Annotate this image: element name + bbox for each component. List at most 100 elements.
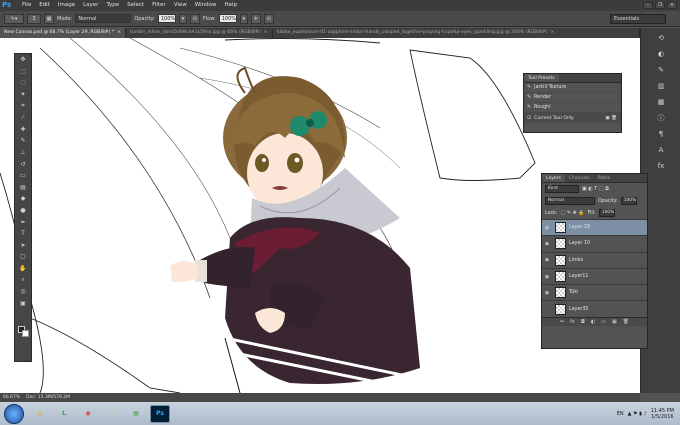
preset-item[interactable]: ✎ Jarkill Texture — [524, 83, 621, 93]
info-panel-icon[interactable]: ⓘ — [642, 111, 680, 124]
layer-opacity-field[interactable]: 100% — [620, 197, 637, 205]
document-tab[interactable]: tumblr_inline_nbmi5r6WceA1s59ns.jpg @ 66… — [126, 28, 273, 38]
workspace-select[interactable]: Essentials — [610, 13, 666, 24]
visibility-eye-icon[interactable]: ◉ — [542, 257, 552, 263]
menu-layer[interactable]: Layer — [79, 0, 102, 11]
quick-mask-icon[interactable]: ◎ — [15, 286, 31, 298]
clock[interactable]: 11:45 PM 1/5/2016 — [651, 408, 674, 420]
blend-mode-select[interactable]: Normal — [545, 197, 595, 205]
minimize-button[interactable]: – — [643, 2, 653, 9]
clone-stamp-tool-icon[interactable]: ⊥ — [15, 147, 31, 159]
opacity-dropdown-icon[interactable]: ▾ — [178, 13, 187, 24]
menu-window[interactable]: Window — [191, 0, 221, 11]
menu-file[interactable]: File — [18, 0, 35, 11]
visibility-eye-icon[interactable]: ◉ — [542, 241, 552, 247]
quick-select-tool-icon[interactable]: ✦ — [15, 89, 31, 101]
taskbar-app-games-icon[interactable]: ▦ — [126, 405, 146, 423]
shape-tool-icon[interactable]: ▢ — [15, 251, 31, 263]
flow-field[interactable]: 100% — [218, 14, 237, 23]
close-tab-icon[interactable]: × — [264, 30, 268, 35]
close-tab-icon[interactable]: × — [117, 30, 121, 35]
document-tab[interactable]: hibike_euphonium-01-sapphire-midori-hand… — [273, 28, 640, 38]
pressure-opacity-icon[interactable]: ⊙ — [189, 13, 200, 24]
lasso-tool-icon[interactable]: ◌ — [15, 77, 31, 89]
new-layer-icon[interactable]: ▣ — [612, 319, 617, 325]
dodge-tool-icon[interactable]: ● — [15, 205, 31, 217]
eraser-tool-icon[interactable]: ▭ — [15, 170, 31, 182]
gradient-tool-icon[interactable]: ▤ — [15, 182, 31, 194]
visibility-eye-icon[interactable]: ◉ — [542, 290, 552, 296]
pen-tool-icon[interactable]: ✒ — [15, 216, 31, 228]
swatches-panel-icon[interactable]: ▦ — [642, 95, 680, 108]
eyedropper-tool-icon[interactable]: ⁄ — [15, 112, 31, 124]
new-preset-icon[interactable]: ▣ 🗑 — [605, 116, 621, 121]
screen-mode-icon[interactable]: ▣ — [15, 297, 31, 309]
lock-icons[interactable]: ⬚ ✎ ✥ 🔒 — [561, 210, 585, 216]
move-tool-icon[interactable]: ✥ — [15, 54, 31, 66]
brush-presets-icon[interactable]: ✎ — [642, 63, 680, 76]
taskbar-app-line-icon[interactable]: L — [54, 405, 74, 423]
filter-icons[interactable]: ▣ ◐ T ⬚ ⧉ — [582, 186, 609, 192]
menu-help[interactable]: Help — [220, 0, 241, 11]
pressure-size-icon[interactable]: ⊙ — [263, 13, 274, 24]
preset-item[interactable]: ✎ Render — [524, 93, 621, 103]
adjustment-layer-icon[interactable]: ◐ — [591, 319, 595, 325]
fx-icon[interactable]: fx — [570, 319, 575, 325]
taskbar-app-windows-explorer-icon[interactable]: ▤ — [30, 405, 50, 423]
brush-panel-toggle-icon[interactable]: ▦ — [44, 13, 54, 24]
preset-item[interactable]: ✎ Roughl — [524, 103, 621, 113]
mode-select[interactable]: Normal — [75, 14, 132, 23]
link-layers-icon[interactable]: ⚯ — [560, 319, 564, 325]
visibility-eye-icon[interactable]: ◉ — [542, 225, 552, 231]
marquee-tool-icon[interactable]: ⬚ — [15, 66, 31, 78]
background-color-swatch[interactable] — [22, 330, 29, 337]
adjustments-panel-icon[interactable]: ◐ — [642, 47, 680, 60]
brush-tool-icon[interactable]: ✎ — [15, 135, 31, 147]
layer-row[interactable]: ◉ Layer 29 — [542, 219, 647, 236]
new-group-icon[interactable]: ▭ — [601, 319, 606, 325]
delete-layer-icon[interactable]: 🗑 — [623, 319, 629, 325]
brush-size-picker[interactable]: 3 — [27, 13, 41, 24]
visibility-eye-icon[interactable]: ◉ — [542, 274, 552, 280]
maximize-button[interactable]: ❐ — [655, 2, 665, 9]
close-button[interactable]: ✕ — [667, 2, 677, 9]
brush-tool-preset-picker[interactable]: ✎▾ — [4, 13, 24, 24]
layer-row[interactable]: ◉ Layer11 — [542, 267, 647, 284]
taskbar-app-folder-icon[interactable]: ▭ — [102, 405, 122, 423]
history-brush-tool-icon[interactable]: ↺ — [15, 158, 31, 170]
history-panel-icon[interactable]: ⟲ — [642, 31, 680, 44]
panel-tab-paths[interactable]: Paths — [594, 174, 614, 182]
current-tool-only-checkbox[interactable]: ☑ — [527, 116, 531, 121]
healing-tool-icon[interactable]: ✚ — [15, 124, 31, 136]
zoom-level[interactable]: 66.67% — [3, 395, 20, 400]
layer-row[interactable]: ◉ Limbs — [542, 251, 647, 268]
path-select-tool-icon[interactable]: ➤ — [15, 240, 31, 252]
kind-filter-select[interactable]: Kind — [545, 185, 579, 193]
menu-select[interactable]: Select — [123, 0, 148, 11]
character-panel-icon[interactable]: A — [642, 143, 680, 156]
crop-tool-icon[interactable]: ⌗ — [15, 100, 31, 112]
layer-row[interactable]: ◉ Layer 10 — [542, 235, 647, 251]
language-indicator[interactable]: EN — [617, 411, 624, 417]
menu-filter[interactable]: Filter — [148, 0, 170, 11]
tray-icons[interactable]: ▲ ⚑ ▮ ♪ — [628, 411, 647, 417]
close-tab-icon[interactable]: × — [551, 30, 555, 35]
airbrush-icon[interactable]: ✈ — [250, 13, 261, 24]
document-tab[interactable]: New Canvas.psd @ 66.7% (Layer 29, RGB/8#… — [0, 28, 127, 38]
menu-image[interactable]: Image — [54, 0, 79, 11]
panel-tab-channels[interactable]: Channels — [565, 174, 594, 182]
taskbar-app-photoshop-icon[interactable]: Ps — [150, 404, 170, 423]
menu-edit[interactable]: Edit — [35, 0, 54, 11]
blur-tool-icon[interactable]: ◆ — [15, 193, 31, 205]
zoom-tool-icon[interactable]: ⌕ — [15, 274, 31, 286]
type-tool-icon[interactable]: T — [15, 228, 31, 240]
menu-view[interactable]: View — [170, 0, 191, 11]
fill-field[interactable]: 100% — [598, 209, 615, 217]
flow-dropdown-icon[interactable]: ▾ — [239, 13, 248, 24]
layer-row[interactable]: ◉ Tüki — [542, 284, 647, 300]
panel-tab-layers[interactable]: Layers — [542, 174, 565, 182]
add-mask-icon[interactable]: ◘ — [581, 319, 585, 325]
taskbar-app-chrome-icon[interactable]: ◉ — [78, 405, 98, 423]
opacity-field[interactable]: 100% — [157, 14, 176, 23]
layer-row[interactable]: Layer35 — [542, 300, 647, 316]
